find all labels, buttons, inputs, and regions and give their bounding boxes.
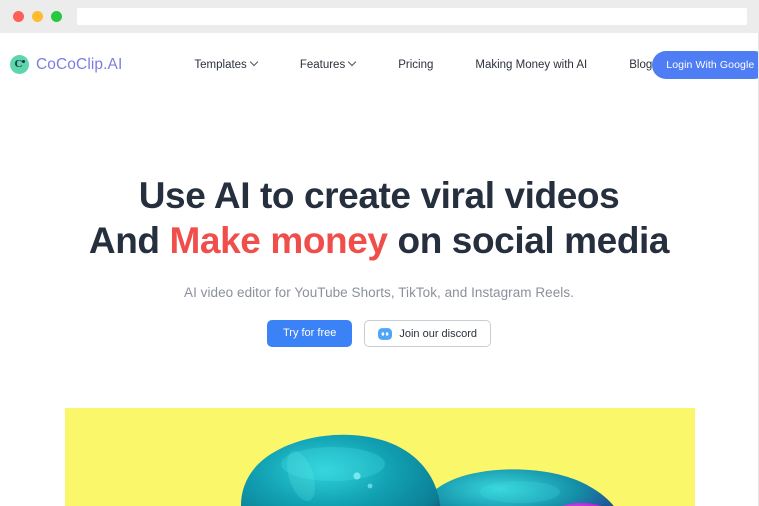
hero-subtitle: AI video editor for YouTube Shorts, TikT… [184,285,574,301]
nav-item-features[interactable]: Features [300,53,356,77]
close-window-button[interactable] [13,11,24,22]
maximize-window-button[interactable] [51,11,62,22]
cococlip-logo-icon: C [10,55,29,74]
join-our-discord-label: Join our discord [399,327,478,340]
hero-headline-line1: Use AI to create viral videos [138,175,620,216]
chevron-down-icon [251,59,258,66]
hero-section: Use AI to create viral videos And Make m… [0,96,758,348]
brand-mark-dot [22,60,25,63]
blob-graphic [240,434,614,506]
discord-icon [378,327,393,340]
nav-item-blog[interactable]: Blog [629,53,652,77]
nav-item-pricing[interactable]: Pricing [398,53,433,77]
nav-label-templates: Templates [194,58,247,71]
main-navigation: Templates Features Pricing Making Money … [194,53,652,77]
brand-logo[interactable]: C CoCoClip.AI [8,55,122,74]
hero-headline-line2-pre: And [88,220,170,262]
blob-illustration [65,408,695,506]
nav-label-blog: Blog [629,58,653,71]
brand-name: CoCoClip.AI [36,55,123,73]
nav-label-pricing: Pricing [398,58,434,71]
site-header: C CoCoClip.AI Templates Features Pricing [0,33,758,96]
hero-headline: Use AI to create viral videos And Make m… [0,173,758,263]
address-bar[interactable] [77,8,747,25]
nav-label-making-money-with-ai: Making Money with AI [475,58,588,71]
page-viewport: C CoCoClip.AI Templates Features Pricing [0,33,759,506]
try-for-free-button[interactable]: Try for free [266,320,353,348]
hero-cta-row: Try for free Join our discord [0,320,758,348]
login-with-google-button[interactable]: Login With Google [652,50,758,79]
nav-item-templates[interactable]: Templates [194,53,257,77]
hero-headline-line2-post: on social media [387,220,670,262]
nav-label-features: Features [299,58,346,71]
browser-window: C CoCoClip.AI Templates Features Pricing [0,0,759,506]
nav-item-making-money-with-ai[interactable]: Making Money with AI [475,53,587,77]
window-traffic-lights [13,11,62,22]
join-our-discord-button[interactable]: Join our discord [364,320,492,348]
chevron-down-icon [349,59,356,66]
hero-media-banner [65,408,695,506]
hero-headline-accent: Make money [169,220,388,262]
browser-titlebar [0,0,759,33]
minimize-window-button[interactable] [32,11,43,22]
